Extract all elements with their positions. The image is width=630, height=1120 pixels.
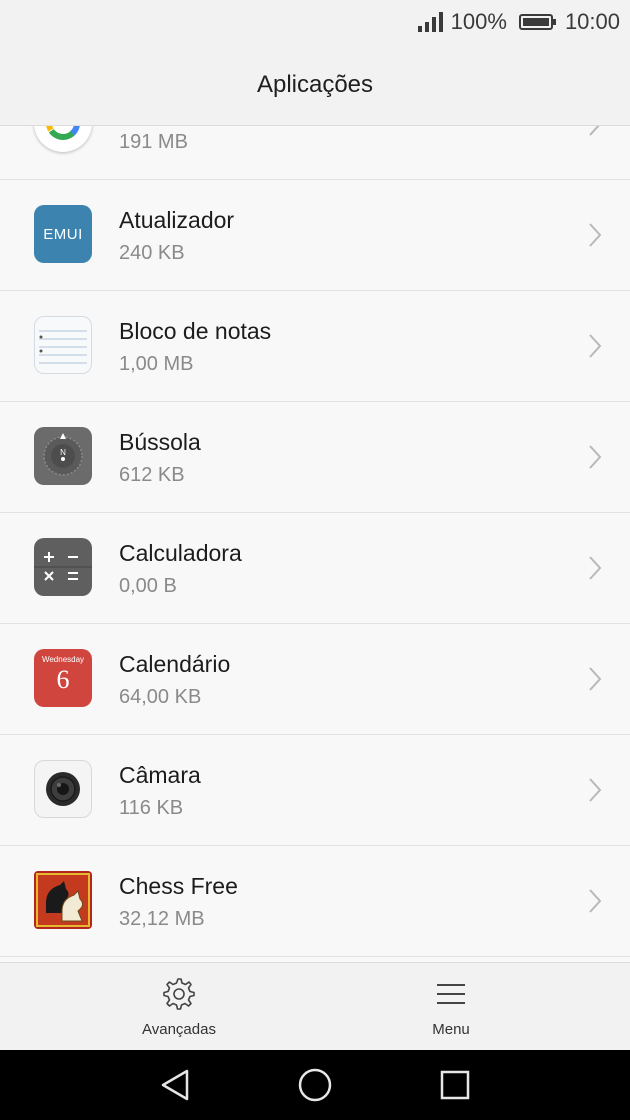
app-size: 32,12 MB [119, 908, 205, 930]
app-name: Bloco de notas [119, 318, 272, 344]
back-icon[interactable] [157, 1067, 193, 1103]
chevron-right-icon [589, 778, 602, 802]
calculator-icon [34, 538, 92, 596]
chevron-right-icon [589, 126, 600, 136]
app-size: 612 KB [119, 464, 185, 486]
camera-icon [34, 760, 92, 818]
app-row-atualizador[interactable]: EMUI Atualizador 240 KB [0, 180, 630, 291]
app-row-camara[interactable]: Câmara 116 KB [0, 735, 630, 846]
app-size: 191 MB [119, 131, 188, 153]
calendar-icon-date: 6 [56, 665, 70, 694]
app-list[interactable]: 191 MB EMUI Atualizador 240 KB Bloco de … [0, 126, 630, 962]
signal-icon [417, 12, 443, 32]
battery-percent: 100% [450, 9, 507, 34]
app-row-calculadora[interactable]: Calculadora 0,00 B [0, 513, 630, 624]
app-size: 64,00 KB [119, 686, 202, 708]
chevron-right-icon [589, 667, 602, 691]
google-icon [34, 126, 92, 152]
chevron-right-icon [589, 556, 602, 580]
menu-label: Menu [432, 1021, 470, 1038]
app-size: 0,00 B [119, 575, 177, 597]
chess-icon [34, 871, 92, 929]
compass-icon: N [34, 427, 92, 485]
navigation-bar [0, 1050, 630, 1120]
app-name: Calculadora [119, 540, 242, 566]
app-name: Bússola [119, 429, 201, 455]
recents-icon[interactable] [437, 1067, 473, 1103]
chevron-right-icon [589, 445, 602, 469]
menu-icon [437, 984, 465, 1004]
app-size: 240 KB [119, 242, 185, 264]
status-bar: 100% 10:00 [0, 0, 630, 44]
chevron-right-icon [589, 334, 602, 358]
advanced-button[interactable]: Avançadas [89, 963, 269, 1051]
home-icon[interactable] [297, 1067, 333, 1103]
app-row-google[interactable]: 191 MB [0, 126, 630, 180]
app-name: Chess Free [119, 873, 238, 899]
clock: 10:00 [564, 9, 620, 34]
page-title: Aplicações [256, 70, 374, 98]
advanced-label: Avançadas [142, 1021, 216, 1038]
title-bar: Aplicações [0, 44, 630, 126]
app-name: Atualizador [119, 207, 235, 233]
emui-icon-text: EMUI [43, 225, 83, 243]
status-indicators: 100% 10:00 [417, 8, 620, 36]
gear-icon [163, 978, 195, 1010]
app-row-bussola[interactable]: N Bússola 612 KB [0, 402, 630, 513]
calendar-icon: Wednesday 6 [34, 649, 92, 707]
app-row-chess-free[interactable]: Chess Free 32,12 MB [0, 846, 630, 957]
app-row-bloco-de-notas[interactable]: Bloco de notas 1,00 MB [0, 291, 630, 402]
app-name: Câmara [119, 762, 201, 788]
app-size: 1,00 MB [119, 353, 194, 375]
app-row-calendario[interactable]: Wednesday 6 Calendário 64,00 KB [0, 624, 630, 735]
notepad-icon [34, 316, 92, 374]
chevron-right-icon [589, 223, 602, 247]
battery-icon [518, 14, 556, 30]
app-size: 116 KB [119, 797, 184, 819]
compass-north-label: N [60, 448, 66, 457]
bottom-action-bar: Avançadas Menu [0, 962, 630, 1050]
chevron-right-icon [589, 889, 602, 913]
calendar-icon-day: Wednesday [41, 655, 85, 664]
emui-icon: EMUI [34, 205, 92, 263]
menu-button[interactable]: Menu [361, 963, 541, 1051]
app-name: Calendário [119, 651, 231, 677]
